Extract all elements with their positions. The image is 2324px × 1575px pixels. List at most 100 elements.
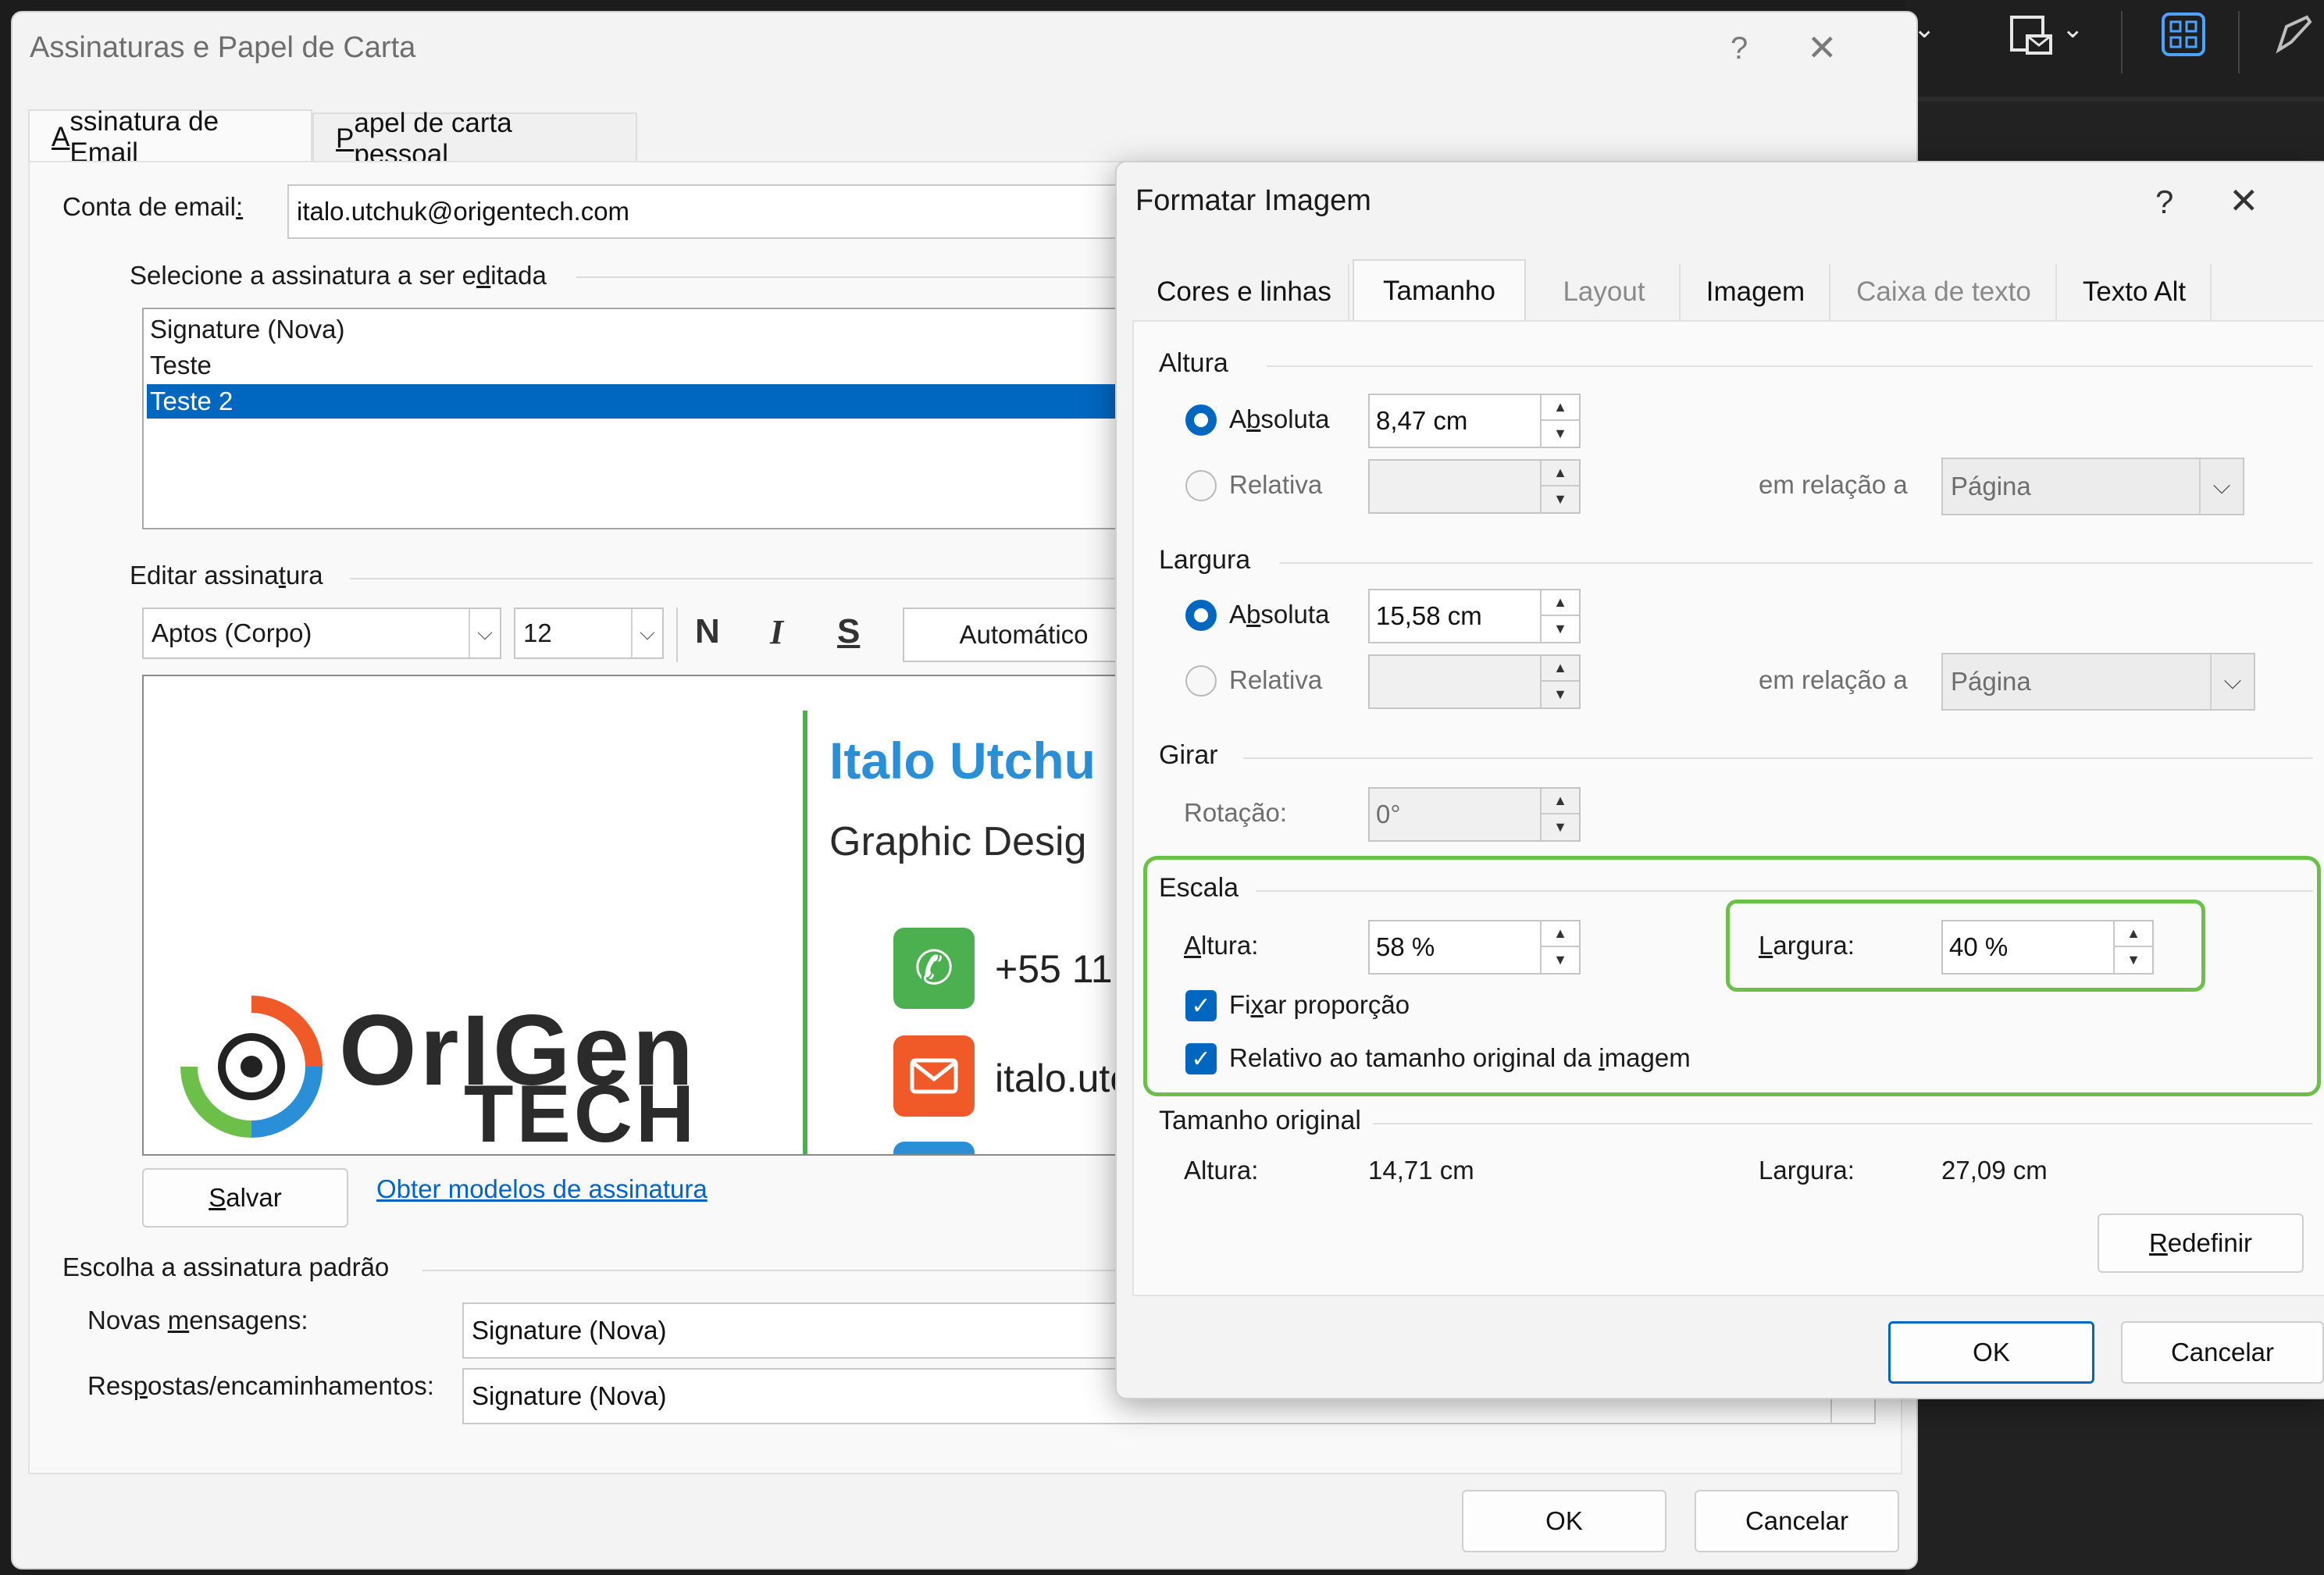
- tab-image[interactable]: Imagem: [1682, 264, 1830, 320]
- relative-to-label: em relação a: [1759, 665, 1908, 694]
- phone-icon: ✆: [893, 928, 975, 1009]
- chevron-down-icon[interactable]: ⌄: [2062, 16, 2084, 42]
- help-icon[interactable]: ?: [2155, 186, 2173, 219]
- default-signature-label: Escolha a assinatura padrão: [62, 1253, 390, 1281]
- chevron-down-icon: ⌵: [2199, 459, 2243, 514]
- format-image-dialog: Formatar Imagem ? ✕ Cores e linhas Taman…: [1115, 161, 2324, 1399]
- width-relative-stepper[interactable]: ▲ ▼: [1540, 656, 1579, 707]
- rotation-label: Rotação:: [1184, 798, 1288, 827]
- preview-divider: [803, 711, 807, 1154]
- arrow-down-icon[interactable]: ▼: [1542, 421, 1579, 447]
- width-scale-highlight: [1726, 900, 2205, 992]
- width-section-title: Largura: [1159, 545, 1251, 575]
- pen-icon[interactable]: [2271, 11, 2318, 58]
- section-divider: [1243, 757, 2313, 759]
- section-divider: [1279, 562, 2313, 564]
- font-select[interactable]: Aptos (Corpo) ⌵: [142, 608, 501, 659]
- background-toolbar: ⌄ ⌄: [1905, 0, 2324, 102]
- arrow-up-icon[interactable]: ▲: [1542, 656, 1579, 682]
- arrow-down-icon[interactable]: ▼: [1542, 682, 1579, 707]
- preview-name: Italo Utchu: [829, 732, 1096, 789]
- relative-to-label: em relação a: [1759, 470, 1908, 499]
- arrow-up-icon[interactable]: ▲: [1542, 789, 1579, 814]
- height-absolute-stepper[interactable]: ▲ ▼: [1540, 395, 1579, 447]
- arrow-down-icon[interactable]: ▼: [1542, 486, 1579, 512]
- ok-button[interactable]: OK: [1462, 1490, 1666, 1552]
- original-height-value: 14,71 cm: [1368, 1156, 1474, 1185]
- save-mail-icon[interactable]: [2007, 12, 2054, 59]
- width-relative-to-select[interactable]: Página ⌵: [1941, 653, 2255, 711]
- height-relative-label: Relativa: [1229, 470, 1323, 499]
- apps-grid-icon[interactable]: [2160, 11, 2207, 58]
- cancel-button[interactable]: Cancelar: [1695, 1490, 1899, 1552]
- width-absolute-input[interactable]: 15,58 cm ▲ ▼: [1368, 589, 1581, 643]
- web-icon: [893, 1142, 975, 1154]
- window-title: Assinaturas e Papel de Carta: [30, 31, 416, 64]
- cancel-button[interactable]: Cancelar: [2121, 1321, 2324, 1384]
- height-absolute-radio[interactable]: [1185, 404, 1217, 436]
- height-relative-radio[interactable]: [1185, 470, 1217, 501]
- reset-button[interactable]: Redefinir: [2098, 1213, 2304, 1273]
- height-absolute-input[interactable]: 8,47 cm ▲ ▼: [1368, 394, 1581, 448]
- width-absolute-label: Absoluta: [1229, 600, 1330, 629]
- width-relative-input[interactable]: ▲ ▼: [1368, 654, 1581, 709]
- section-divider: [1373, 1123, 2313, 1124]
- original-width-value: 27,09 cm: [1941, 1156, 2048, 1185]
- width-relative-radio[interactable]: [1185, 665, 1217, 697]
- edit-signature-label: Editar assinatura: [130, 561, 323, 590]
- tab-personal-stationery[interactable]: Papel de carta pessoal: [312, 108, 637, 169]
- close-icon[interactable]: ✕: [2229, 183, 2259, 219]
- close-icon[interactable]: ✕: [1807, 30, 1837, 66]
- preview-role: Graphic Desig: [829, 819, 1087, 864]
- origen-logo-icon: [180, 996, 323, 1138]
- dialog-title: Formatar Imagem: [1135, 184, 1371, 217]
- tab-textbox[interactable]: Caixa de texto: [1832, 264, 2057, 320]
- section-divider: [1267, 365, 2313, 367]
- tab-email-signature[interactable]: Assinatura de Email: [28, 106, 312, 168]
- arrow-up-icon[interactable]: ▲: [1542, 461, 1579, 486]
- tab-colors-lines[interactable]: Cores e linhas: [1140, 264, 1349, 320]
- logo-text-tech: TECH: [464, 1069, 698, 1156]
- height-section-title: Altura: [1159, 348, 1228, 378]
- original-height-label: Altura:: [1184, 1156, 1259, 1185]
- original-width-label: Largura:: [1759, 1156, 1855, 1185]
- account-label: Conta de email:: [62, 192, 244, 221]
- underline-button[interactable]: S: [837, 612, 860, 651]
- width-relative-label: Relativa: [1229, 665, 1323, 694]
- preview-email: italo.utc: [995, 1057, 1130, 1100]
- height-relative-stepper[interactable]: ▲ ▼: [1540, 461, 1579, 512]
- chevron-down-icon: ⌵: [631, 609, 662, 657]
- height-absolute-label: Absoluta: [1229, 404, 1330, 433]
- new-messages-label: Novas mensagens:: [87, 1306, 308, 1334]
- chevron-down-icon: ⌵: [469, 609, 500, 657]
- width-absolute-radio[interactable]: [1185, 600, 1217, 631]
- bold-button[interactable]: N: [695, 612, 720, 651]
- arrow-down-icon[interactable]: ▼: [1542, 616, 1579, 642]
- save-button[interactable]: Salvar: [142, 1168, 348, 1228]
- tab-size[interactable]: Tamanho: [1353, 259, 1526, 322]
- help-icon[interactable]: ?: [1731, 33, 1748, 64]
- font-size-select[interactable]: 12 ⌵: [514, 608, 664, 659]
- select-signature-label: Selecione a assinatura a ser editada: [130, 261, 547, 290]
- original-size-section-title: Tamanho original: [1159, 1106, 1361, 1135]
- width-absolute-stepper[interactable]: ▲ ▼: [1540, 590, 1579, 642]
- rotation-stepper[interactable]: ▲ ▼: [1540, 789, 1579, 840]
- arrow-down-icon[interactable]: ▼: [1542, 814, 1579, 840]
- get-templates-link[interactable]: Obter modelos de assinatura: [376, 1174, 708, 1204]
- replies-label: Respostas/encaminhamentos:: [87, 1371, 434, 1400]
- chevron-down-icon: ⌵: [2210, 654, 2254, 709]
- toolbar-separator: [676, 608, 678, 662]
- font-color-select[interactable]: Automático: [903, 608, 1145, 662]
- arrow-up-icon[interactable]: ▲: [1542, 590, 1579, 616]
- rotation-input[interactable]: 0° ▲ ▼: [1368, 787, 1581, 842]
- toolbar-separator: [2121, 11, 2123, 73]
- tab-alt-text[interactable]: Texto Alt: [2058, 264, 2212, 320]
- tab-layout[interactable]: Layout: [1529, 264, 1681, 320]
- ok-button[interactable]: OK: [1888, 1321, 2094, 1384]
- italic-button[interactable]: I: [770, 612, 783, 652]
- size-tab-panel: Altura Absoluta 8,47 cm ▲ ▼ Relativa ▲ ▼ e…: [1132, 320, 2324, 1296]
- rotate-section-title: Girar: [1159, 740, 1218, 770]
- height-relative-input[interactable]: ▲ ▼: [1368, 459, 1581, 514]
- height-relative-to-select[interactable]: Página ⌵: [1941, 458, 2244, 515]
- arrow-up-icon[interactable]: ▲: [1542, 395, 1579, 421]
